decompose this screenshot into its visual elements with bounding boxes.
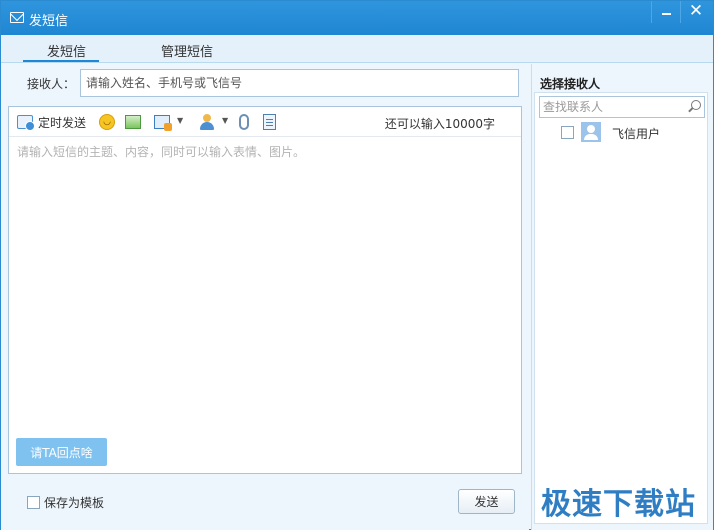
- timer-icon: [17, 115, 35, 131]
- watermark-logo: 极速下载站: [541, 487, 696, 522]
- minimize-button[interactable]: [651, 1, 681, 23]
- nudge-reply-button[interactable]: 请TA回点啥: [16, 438, 107, 466]
- list-item[interactable]: 飞信用户: [535, 121, 707, 143]
- compose-panel: 接收人： 定时发送 ◡ ▼ ▼ 还可以输入10000字: [1, 64, 529, 530]
- recipient-label: 接收人：: [27, 77, 76, 91]
- contact-list: 飞信用户: [534, 92, 708, 524]
- contact-search-input[interactable]: [539, 96, 705, 118]
- message-textarea[interactable]: [9, 138, 521, 428]
- emoji-icon[interactable]: ◡: [99, 114, 115, 130]
- minimize-icon: [661, 13, 671, 15]
- title-bar: 发短信 ✕: [1, 1, 713, 35]
- avatar: [581, 122, 601, 142]
- envelope-icon: [10, 12, 24, 23]
- recipient-sidebar: 选择接收人 飞信用户: [531, 64, 713, 530]
- sms-window: 发短信 ✕ 发短信 管理短信 接收人： 定时发送 ◡ ▼ ▼: [0, 0, 714, 530]
- sidebar-title: 选择接收人: [540, 77, 601, 91]
- screenshot-icon[interactable]: [154, 115, 172, 131]
- tab-send-sms[interactable]: 发短信: [47, 41, 86, 60]
- close-button[interactable]: ✕: [681, 1, 711, 23]
- image-icon[interactable]: [125, 115, 141, 129]
- chevron-down-icon[interactable]: ▼: [177, 116, 183, 132]
- editor-toolbar: 定时发送 ◡ ▼ ▼ 还可以输入10000字: [9, 107, 521, 137]
- checkbox[interactable]: [27, 496, 40, 509]
- scheduled-send-button[interactable]: 定时发送: [17, 114, 87, 131]
- recipient-input[interactable]: [80, 69, 519, 97]
- remaining-chars: 还可以输入10000字: [384, 117, 495, 131]
- save-template-checkbox[interactable]: 保存为模板: [27, 494, 104, 511]
- tab-manage-sms[interactable]: 管理短信: [161, 41, 213, 60]
- contact-name: 飞信用户: [612, 127, 661, 141]
- template-icon[interactable]: [263, 114, 276, 130]
- active-tab-indicator: [23, 60, 99, 62]
- attachment-icon[interactable]: [239, 114, 249, 130]
- tab-bar: 发短信 管理短信: [1, 35, 713, 63]
- contact-card-icon[interactable]: [199, 114, 215, 130]
- send-button[interactable]: 发送: [458, 489, 515, 514]
- contact-checkbox[interactable]: [561, 126, 574, 139]
- save-template-label: 保存为模板: [44, 496, 105, 510]
- scheduled-send-label: 定时发送: [38, 115, 87, 130]
- message-editor: 定时发送 ◡ ▼ ▼ 还可以输入10000字 请TA回点啥: [8, 106, 522, 474]
- window-title: 发短信: [29, 14, 69, 29]
- search-icon[interactable]: [688, 100, 702, 114]
- chevron-down-icon[interactable]: ▼: [222, 116, 228, 132]
